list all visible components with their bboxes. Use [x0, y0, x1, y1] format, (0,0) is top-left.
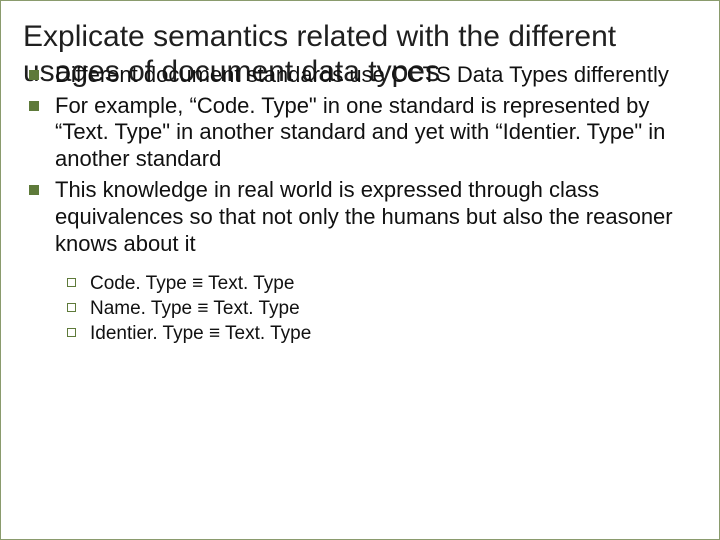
list-item: For example, “Code. Type" in one standar… — [29, 93, 697, 173]
bullet-text: Different document standards use CCTS Da… — [55, 62, 697, 89]
hollow-square-bullet-icon — [67, 278, 76, 287]
square-bullet-icon — [29, 70, 39, 80]
bullet-text: For example, “Code. Type" in one standar… — [55, 93, 697, 173]
sub-bullet-text: Code. Type ≡ Text. Type — [90, 272, 294, 295]
sub-bullet-list: Code. Type ≡ Text. Type Name. Type ≡ Tex… — [23, 272, 697, 346]
list-item: Code. Type ≡ Text. Type — [67, 272, 697, 295]
sub-bullet-text: Name. Type ≡ Text. Type — [90, 297, 300, 320]
list-item: Identier. Type ≡ Text. Type — [67, 322, 697, 345]
list-item: Name. Type ≡ Text. Type — [67, 297, 697, 320]
list-item: This knowledge in real world is expresse… — [29, 177, 697, 257]
square-bullet-icon — [29, 185, 39, 195]
hollow-square-bullet-icon — [67, 303, 76, 312]
bullet-list: Different document standards use CCTS Da… — [23, 62, 697, 258]
square-bullet-icon — [29, 101, 39, 111]
hollow-square-bullet-icon — [67, 328, 76, 337]
sub-bullet-text: Identier. Type ≡ Text. Type — [90, 322, 311, 345]
bullet-text: This knowledge in real world is expresse… — [55, 177, 697, 257]
list-item: Different document standards use CCTS Da… — [29, 62, 697, 89]
slide: Explicate semantics related with the dif… — [0, 0, 720, 540]
